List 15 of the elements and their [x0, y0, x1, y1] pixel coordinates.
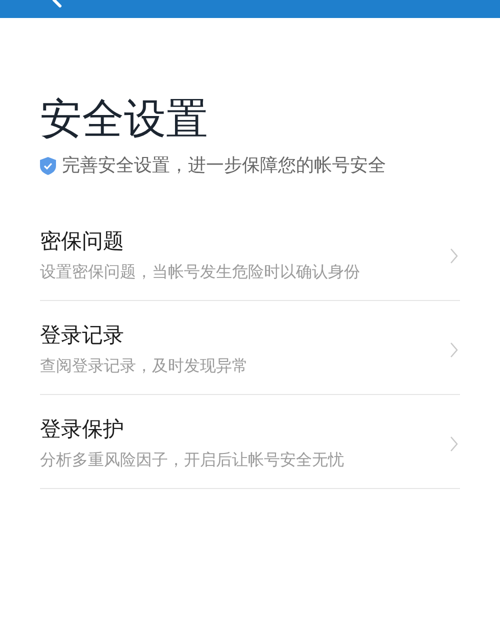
- page-subtitle: 完善安全设置，进一步保障您的帐号安全: [62, 154, 386, 178]
- item-title: 密保问题: [40, 228, 125, 256]
- settings-item[interactable]: 密保问题 设置密保问题，当帐号发生危险时以确认身份: [40, 207, 460, 302]
- item-title: 登录保护: [40, 416, 125, 444]
- chevron-right-icon: [450, 436, 458, 452]
- item-title: 登录记录: [40, 322, 125, 350]
- chevron-right-icon: [450, 248, 458, 264]
- item-description: 查阅登录记录，及时发现异常: [40, 354, 248, 377]
- settings-item[interactable]: 登录记录 查阅登录记录，及时发现异常: [40, 301, 460, 396]
- item-description: 设置密保问题，当帐号发生危险时以确认身份: [40, 260, 360, 283]
- item-description: 分析多重风险因子，开启后让帐号安全无忧: [40, 448, 344, 471]
- settings-item[interactable]: 登录保护 分析多重风险因子，开启后让帐号安全无忧: [40, 395, 460, 490]
- shield-check-icon: [40, 156, 56, 175]
- page-title: 安全设置: [40, 94, 209, 144]
- chevron-right-icon: [450, 342, 458, 358]
